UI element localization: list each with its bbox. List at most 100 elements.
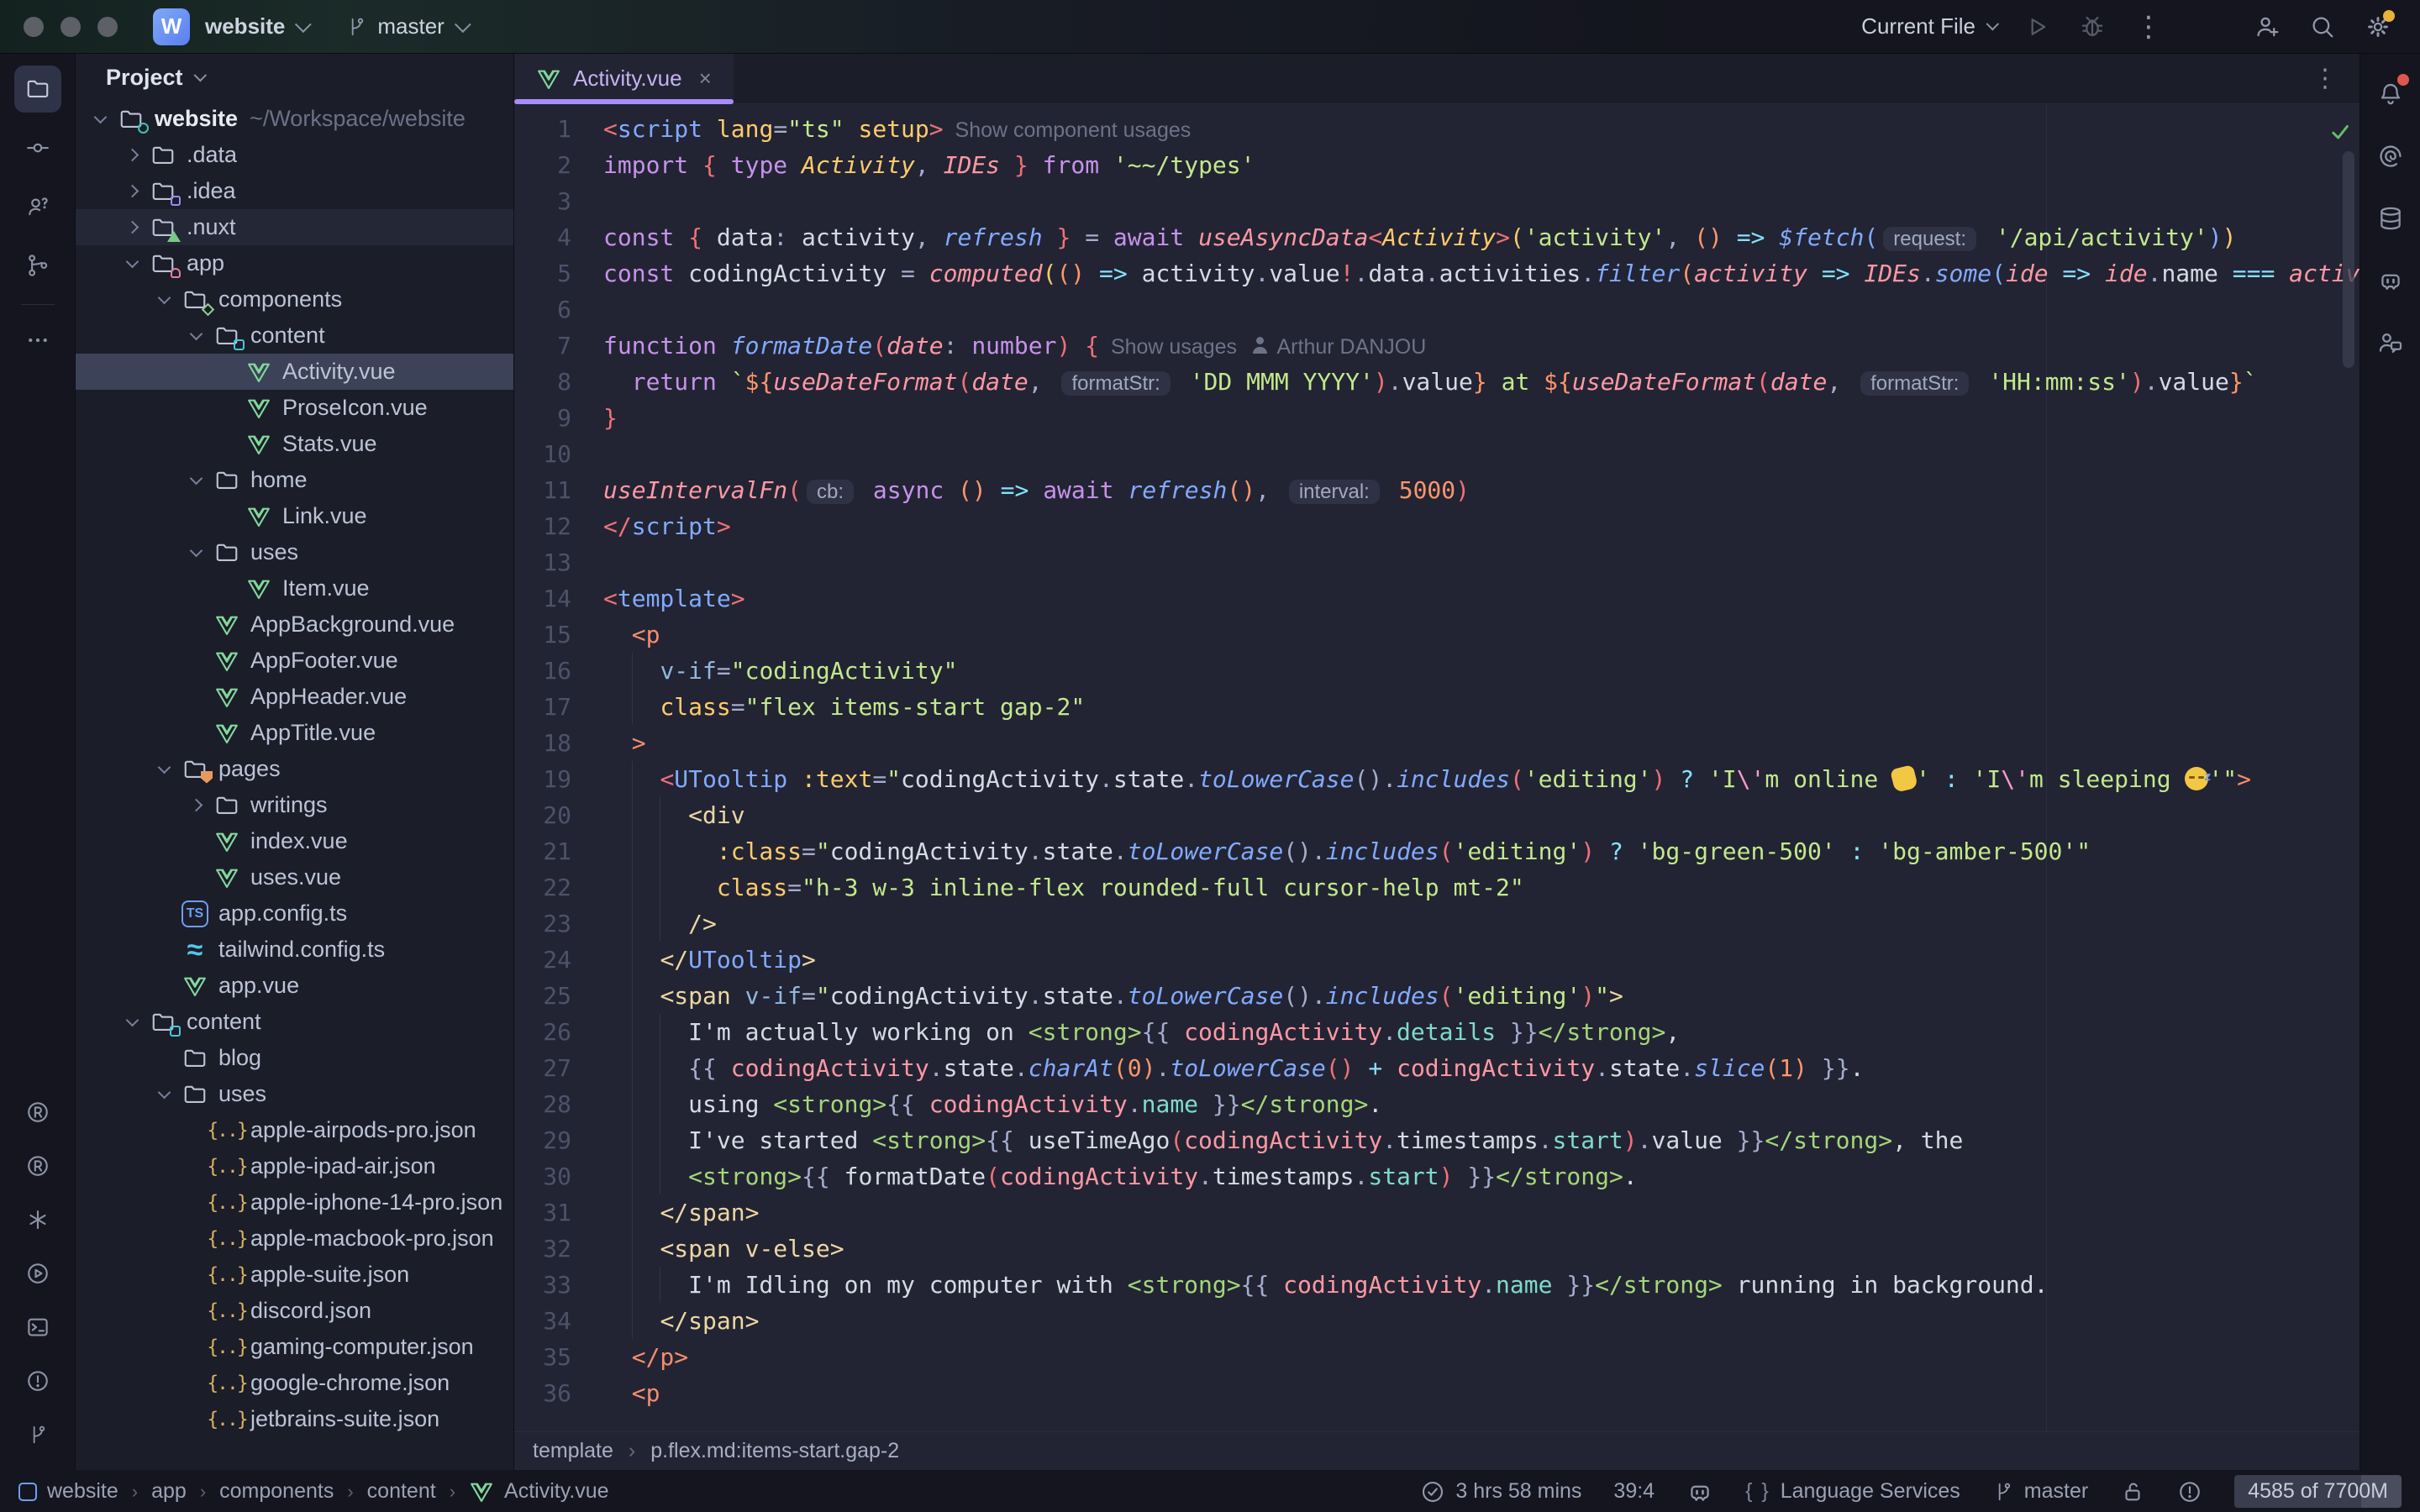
run-button[interactable]: [2023, 13, 2050, 40]
problems-icon[interactable]: [14, 1357, 61, 1404]
window-zoom-button[interactable]: [97, 17, 118, 37]
copilot-icon[interactable]: [2369, 259, 2412, 302]
search-icon[interactable]: [2309, 13, 2336, 40]
notifications-icon[interactable]: [2369, 72, 2412, 116]
tree-item-writings[interactable]: writings: [76, 787, 513, 823]
editor-options-kebab-icon[interactable]: ⋮: [2312, 64, 2338, 93]
inspections-ok-icon[interactable]: [2328, 119, 2353, 149]
tree-item-apple-suite-json[interactable]: {..}apple-suite.json: [76, 1257, 513, 1293]
tree-item-content[interactable]: content: [76, 1004, 513, 1040]
tree-item-stats-vue[interactable]: Stats.vue: [76, 426, 513, 462]
tree-item-apple-iphone-14-pro-json[interactable]: {..}apple-iphone-14-pro.json: [76, 1184, 513, 1221]
status-path-item[interactable]: website: [18, 1479, 118, 1504]
tree-item-discord-json[interactable]: {..}discord.json: [76, 1293, 513, 1329]
tree-item-pages[interactable]: pages: [76, 751, 513, 787]
chevron-collapsed-icon[interactable]: [118, 186, 146, 196]
tree-item-appfooter-vue[interactable]: AppFooter.vue: [76, 643, 513, 679]
tree-item-content[interactable]: content: [76, 318, 513, 354]
chevron-expanded-icon[interactable]: [150, 297, 178, 302]
tree-item-apple-airpods-pro-json[interactable]: {..}apple-airpods-pro.json: [76, 1112, 513, 1148]
copilot-status-icon[interactable]: [1686, 1478, 1713, 1505]
tab-activity-vue[interactable]: Activity.vue ×: [514, 54, 734, 103]
run-configuration-selector[interactable]: Current File: [1861, 13, 1995, 39]
window-minimize-button[interactable]: [60, 17, 81, 37]
chevron-expanded-icon[interactable]: [86, 116, 114, 122]
tree-item-apple-ipad-air-json[interactable]: {..}apple-ipad-air.json: [76, 1148, 513, 1184]
vcs-log-icon[interactable]: [14, 242, 61, 289]
r-circle-icon-1[interactable]: [14, 1089, 61, 1136]
tree-item-item-vue[interactable]: Item.vue: [76, 570, 513, 606]
tree-item-uses[interactable]: uses: [76, 1076, 513, 1112]
tree-item-apple-macbook-pro-json[interactable]: {..}apple-macbook-pro.json: [76, 1221, 513, 1257]
git-icon[interactable]: [14, 1411, 61, 1458]
git-branch-widget[interactable]: master: [1992, 1479, 2088, 1504]
breadcrumb-item[interactable]: p.flex.md:items-start.gap-2: [650, 1439, 899, 1463]
project-tool-icon[interactable]: [14, 66, 61, 113]
window-controls[interactable]: [24, 17, 118, 37]
debug-button[interactable]: [2079, 13, 2106, 40]
chevron-expanded-icon[interactable]: [118, 260, 146, 266]
chevron-expanded-icon[interactable]: [182, 477, 210, 483]
tree-item--nuxt[interactable]: .nuxt: [76, 209, 513, 245]
tree-item-components[interactable]: components: [76, 281, 513, 318]
tree-item--data[interactable]: .data: [76, 137, 513, 173]
chevron-expanded-icon[interactable]: [182, 333, 210, 339]
tree-item--idea[interactable]: .idea: [76, 173, 513, 209]
add-user-button[interactable]: [2254, 13, 2281, 40]
chevron-expanded-icon[interactable]: [150, 766, 178, 772]
tree-item-uses[interactable]: uses: [76, 534, 513, 570]
tree-item-home[interactable]: home: [76, 462, 513, 498]
tree-item-google-chrome-json[interactable]: {..}google-chrome.json: [76, 1365, 513, 1401]
more-actions-icon[interactable]: ⋮: [2134, 10, 2163, 44]
code-with-me-icon[interactable]: [2369, 321, 2412, 365]
tree-item-app-config-ts[interactable]: TSapp.config.ts: [76, 895, 513, 932]
project-selector[interactable]: website: [205, 13, 307, 39]
status-path-item[interactable]: content: [367, 1479, 436, 1504]
status-path-item[interactable]: Activity.vue: [469, 1479, 609, 1504]
tab-close-icon[interactable]: ×: [699, 66, 712, 92]
code-editor[interactable]: 1<script lang="ts" setup> Show component…: [514, 104, 2360, 1431]
window-close-button[interactable]: [24, 17, 44, 37]
tree-item-app[interactable]: app: [76, 245, 513, 281]
tree-item-jetbrains-suite-json[interactable]: {..}jetbrains-suite.json: [76, 1401, 513, 1437]
tree-item-uses-vue[interactable]: uses.vue: [76, 859, 513, 895]
breadcrumb-item[interactable]: template: [533, 1439, 613, 1463]
tree-item-apptitle-vue[interactable]: AppTitle.vue: [76, 715, 513, 751]
tree-item-website[interactable]: website~/Workspace/website: [76, 101, 513, 137]
tree-item-link-vue[interactable]: Link.vue: [76, 498, 513, 534]
chevron-expanded-icon[interactable]: [182, 549, 210, 555]
unlock-icon[interactable]: [2120, 1479, 2145, 1504]
time-tracker-widget[interactable]: 3 hrs 58 mins: [1420, 1479, 1581, 1504]
tree-item-activity-vue[interactable]: Activity.vue: [76, 354, 513, 390]
chevron-expanded-icon[interactable]: [150, 1091, 178, 1097]
ai-assistant-icon[interactable]: [2369, 134, 2412, 178]
editor-scrollbar[interactable]: [2343, 151, 2354, 368]
tree-item-blog[interactable]: blog: [76, 1040, 513, 1076]
r-circle-icon-2[interactable]: [14, 1142, 61, 1189]
tree-item-gaming-computer-json[interactable]: {..}gaming-computer.json: [76, 1329, 513, 1365]
branch-selector[interactable]: master: [345, 13, 466, 39]
chevron-collapsed-icon[interactable]: [182, 801, 210, 810]
status-path-item[interactable]: components: [219, 1479, 334, 1504]
run-icon[interactable]: [14, 1250, 61, 1297]
settings-gear-icon[interactable]: [2365, 13, 2391, 40]
tree-item-proseicon-vue[interactable]: ProseIcon.vue: [76, 390, 513, 426]
ai-actions-icon[interactable]: [14, 1196, 61, 1243]
commit-tool-icon[interactable]: [14, 124, 61, 171]
memory-indicator[interactable]: 4585 of 7700M: [2234, 1475, 2402, 1508]
caret-position[interactable]: 39:4: [1613, 1479, 1655, 1504]
more-tool-windows-icon[interactable]: [14, 317, 61, 364]
pull-requests-icon[interactable]: [14, 183, 61, 230]
inspections-widget-icon[interactable]: [2177, 1479, 2202, 1504]
chevron-collapsed-icon[interactable]: [118, 223, 146, 232]
tree-item-index-vue[interactable]: index.vue: [76, 823, 513, 859]
tree-item-app-vue[interactable]: app.vue: [76, 968, 513, 1004]
tree-item-tailwind-config-ts[interactable]: ≈tailwind.config.ts: [76, 932, 513, 968]
status-path-item[interactable]: app: [151, 1479, 187, 1504]
database-icon[interactable]: [2369, 197, 2412, 240]
chevron-collapsed-icon[interactable]: [118, 150, 146, 160]
project-panel-header[interactable]: Project: [76, 54, 513, 101]
language-services-widget[interactable]: { } Language Services: [1745, 1479, 1960, 1504]
chevron-expanded-icon[interactable]: [118, 1019, 146, 1025]
tree-item-appheader-vue[interactable]: AppHeader.vue: [76, 679, 513, 715]
